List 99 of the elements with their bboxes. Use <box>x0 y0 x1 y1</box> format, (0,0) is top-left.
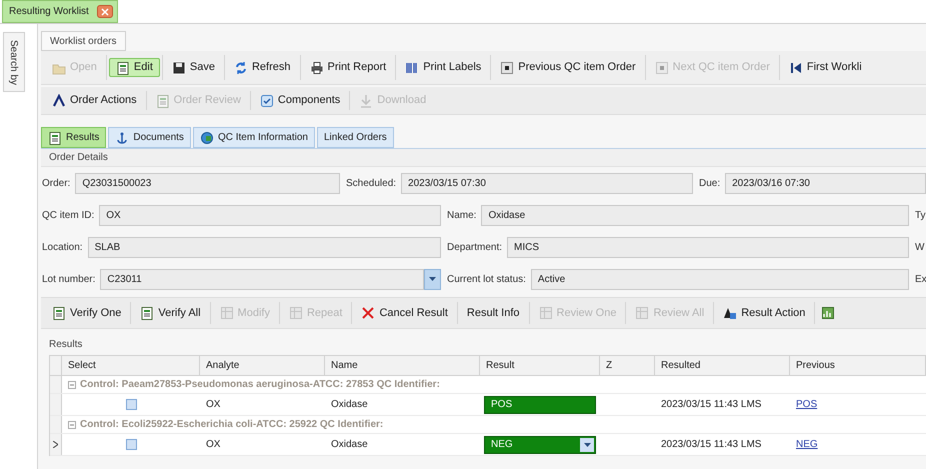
table-cell-text: OX <box>205 438 222 452</box>
printer-icon <box>310 60 324 74</box>
checkbox-icon <box>260 94 274 108</box>
chart-icon <box>821 306 836 320</box>
table-cell-text: Oxidase <box>330 398 369 412</box>
expand-toggle[interactable] <box>68 420 76 428</box>
field-label: Lot number: <box>42 272 96 286</box>
result-value[interactable]: NEG <box>484 436 596 454</box>
toolbar-button[interactable]: Result Info <box>460 301 527 325</box>
anchor-icon <box>115 130 130 144</box>
table-cell-text: Oxidase <box>330 438 369 452</box>
dropdown-button[interactable] <box>580 438 594 452</box>
caret-icon <box>429 277 436 281</box>
download-icon <box>359 94 374 108</box>
result-value[interactable]: POS <box>484 396 596 414</box>
section-header: Results <box>48 338 84 352</box>
caret-icon <box>584 442 590 446</box>
close-button[interactable] <box>96 5 113 18</box>
toolbar-button[interactable]: First Workli <box>782 58 869 77</box>
column-header[interactable]: Previous <box>790 356 926 375</box>
close-icon <box>361 306 376 320</box>
table-icon <box>538 306 553 320</box>
checkbox[interactable] <box>126 439 136 450</box>
input-field[interactable]: MICS <box>507 236 909 258</box>
table-cell-text: OX <box>205 398 222 412</box>
column-header[interactable]: Select <box>62 356 200 375</box>
column-header[interactable]: Analyte <box>200 356 325 375</box>
field-label: W <box>915 240 924 254</box>
tab[interactable]: Results <box>41 127 106 148</box>
toolbar-button[interactable]: Previous QC item Order <box>493 58 643 77</box>
table-icon <box>288 306 303 320</box>
input-field[interactable]: Active <box>530 268 909 290</box>
input-field[interactable]: OX <box>99 204 441 226</box>
toolbar-button[interactable]: Refresh <box>226 58 298 77</box>
minus-icon <box>69 422 75 428</box>
input-field[interactable]: 2023/03/16 07:30 <box>725 172 926 194</box>
box-icon <box>500 60 514 74</box>
toolbar-button[interactable]: Print Report <box>302 58 394 77</box>
column-header[interactable]: Z <box>600 356 655 375</box>
toolbar-button[interactable]: Print Labels <box>398 58 488 77</box>
table-cell-text: 2023/03/15 11:43 LMS <box>660 398 762 412</box>
field-label: Name: <box>447 208 476 222</box>
toolbar-button[interactable]: Order Actions <box>45 90 144 112</box>
toolbar-button[interactable]: Save <box>164 58 222 77</box>
table-cell-text: 2023/03/15 11:43 LMS <box>660 438 762 452</box>
column-header[interactable]: Name <box>325 356 480 375</box>
field-label: Current lot status: <box>447 272 526 286</box>
caret-right-icon <box>53 441 58 448</box>
input-field[interactable]: Q23031500023 <box>75 172 340 194</box>
document-icon <box>52 306 66 320</box>
table-icon <box>635 306 650 320</box>
side-tab[interactable]: Search by <box>3 32 25 92</box>
field-label: Scheduled: <box>346 176 396 190</box>
field-label: Due: <box>699 176 720 190</box>
input-field[interactable]: Oxidase <box>481 204 909 226</box>
box-icon <box>654 60 669 74</box>
field-label: Location: <box>42 240 83 254</box>
panel-tab[interactable]: Worklist orders <box>41 31 126 51</box>
close-icon <box>100 8 109 16</box>
barcode-icon <box>405 60 420 74</box>
field-label: QC item ID: <box>42 208 94 222</box>
field-label: Order: <box>42 176 70 190</box>
input-field[interactable]: SLAB <box>88 236 441 258</box>
tab[interactable]: QC Item Information <box>192 127 315 148</box>
previous-result-link[interactable]: NEG <box>796 437 818 452</box>
tab[interactable]: Documents <box>108 127 191 148</box>
document-icon <box>48 130 62 144</box>
group-label: Control: Ecoli25922-Escherichia coli-ATCC: 25922 QC Identifier: <box>80 418 384 432</box>
toolbar-button[interactable]: Verify One <box>45 301 128 325</box>
table-icon <box>220 306 234 320</box>
toolbar-button[interactable]: Result Action <box>716 301 812 325</box>
expand-toggle[interactable] <box>68 380 76 388</box>
toolbar-button[interactable]: Components <box>252 90 348 112</box>
document-icon <box>140 306 154 320</box>
group-label: Control: Paeam27853-Pseudomonas aeruginosa-ATCC: 27853 QC Identifier: <box>80 378 440 392</box>
section-header: Order Details <box>41 149 926 167</box>
globe-icon <box>200 130 214 144</box>
column-header[interactable]: Resulted <box>655 356 790 375</box>
floppy-icon <box>172 60 186 74</box>
field-label: Ty <box>915 208 926 222</box>
document-icon <box>116 60 130 74</box>
shapes-icon <box>723 306 738 320</box>
document-icon <box>156 94 170 108</box>
previous-result-link[interactable]: POS <box>796 397 818 412</box>
input-field[interactable]: C23011 <box>100 268 424 290</box>
refresh-icon <box>234 60 248 74</box>
checkbox[interactable] <box>126 399 136 410</box>
skip-first-icon <box>788 60 803 74</box>
column-header[interactable]: Result <box>480 356 600 375</box>
tab[interactable]: Linked Orders <box>316 127 394 148</box>
caret-up-icon <box>52 94 66 108</box>
toolbar-button[interactable]: Cancel Result <box>354 301 455 325</box>
document-tab[interactable]: Resulting Worklist <box>2 0 118 23</box>
toolbar-button[interactable]: Verify All <box>133 301 208 325</box>
toolbar-button[interactable]: Edit <box>108 58 160 77</box>
input-field[interactable]: 2023/03/15 07:30 <box>401 172 693 194</box>
dropdown-button[interactable] <box>424 268 441 290</box>
minus-icon <box>69 382 75 388</box>
field-label: Department: <box>447 240 502 254</box>
